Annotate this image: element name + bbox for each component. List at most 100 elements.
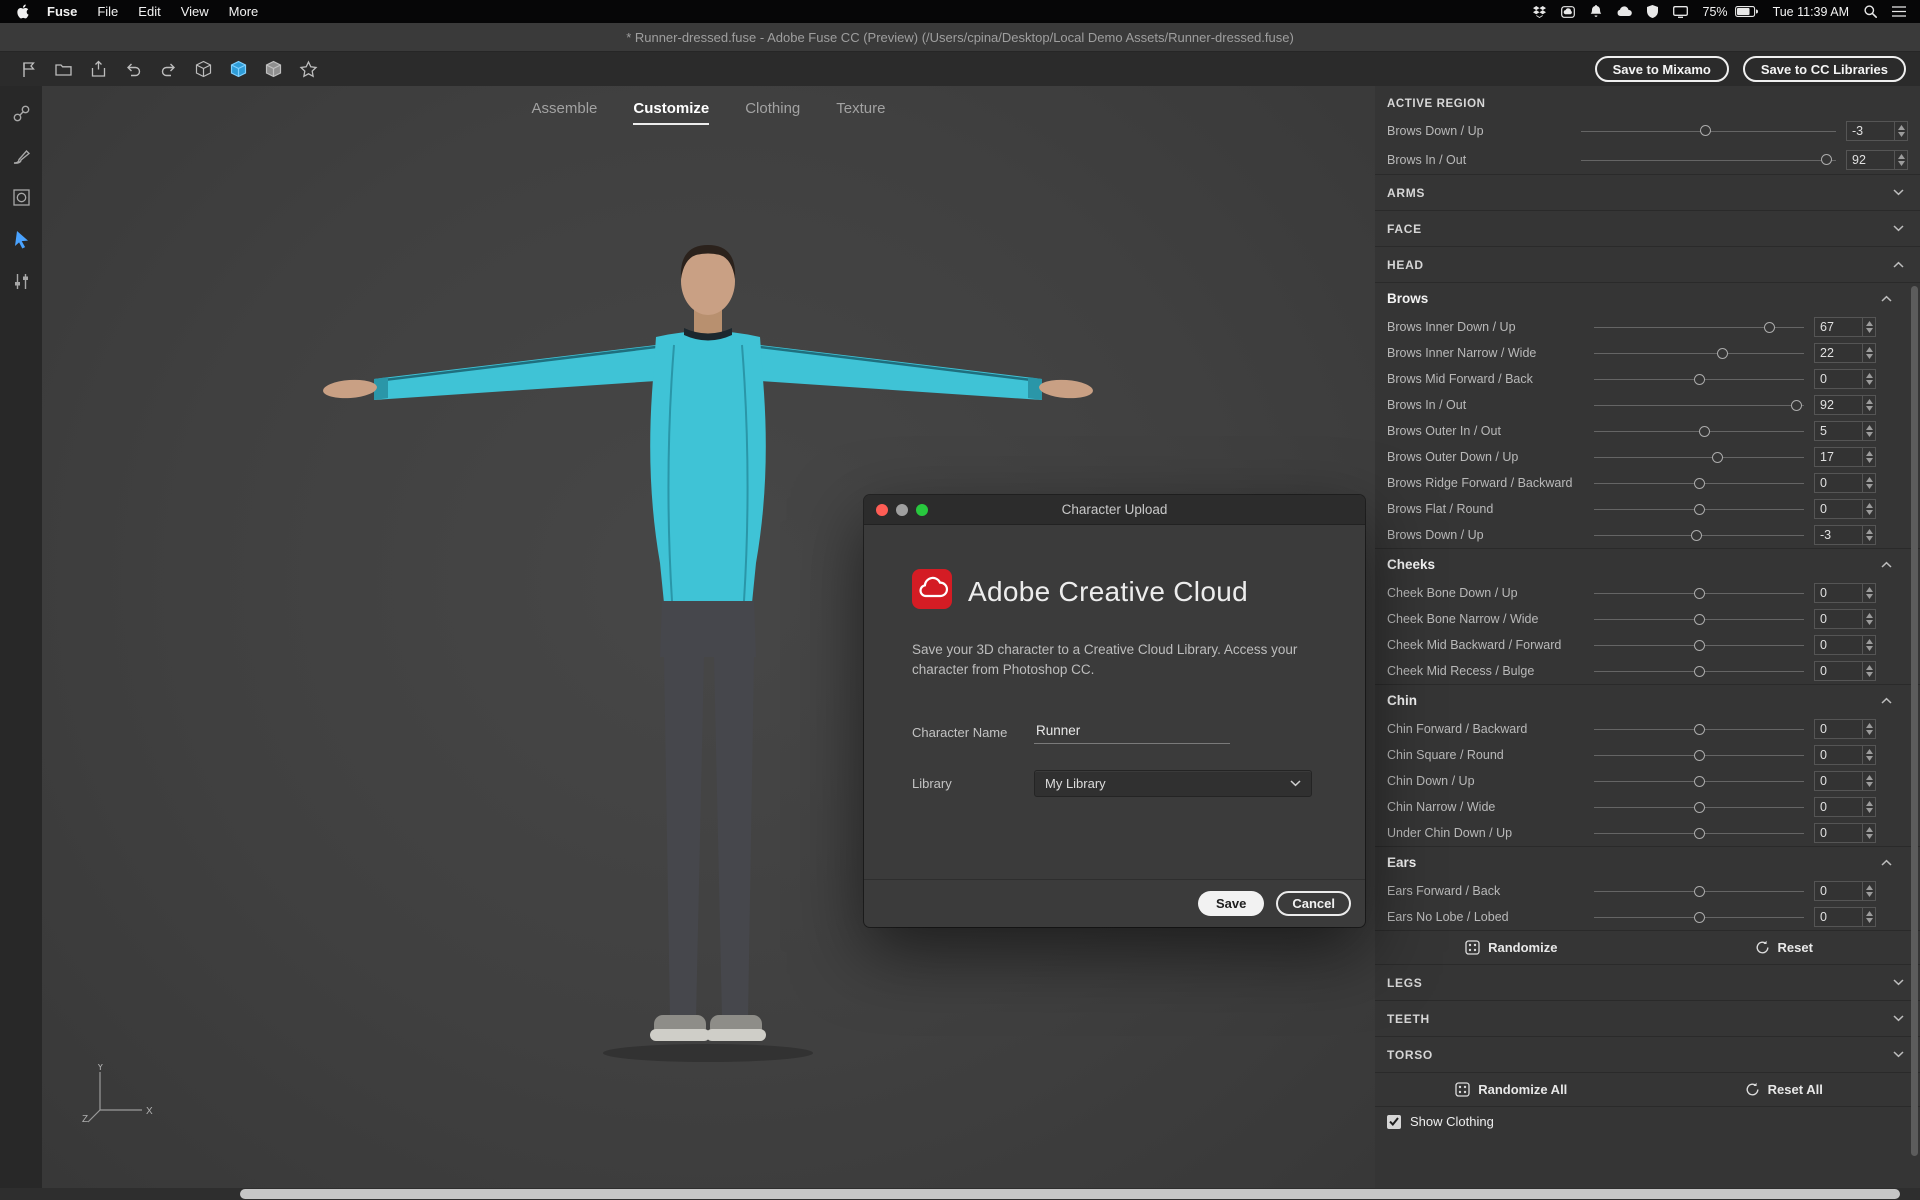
slider-track[interactable] <box>1594 775 1804 787</box>
chevron-down-icon[interactable] <box>1893 1015 1904 1022</box>
stepper-buttons[interactable] <box>1894 151 1907 169</box>
slider-value[interactable]: 0 <box>1815 610 1862 628</box>
slider-knob[interactable] <box>1694 828 1705 839</box>
slider-value[interactable]: 0 <box>1815 798 1862 816</box>
stepper-buttons[interactable] <box>1862 662 1875 680</box>
stepper-buttons[interactable] <box>1862 526 1875 544</box>
subsection-brows[interactable]: Brows <box>1375 282 1920 314</box>
pose-tool-icon[interactable] <box>6 266 36 296</box>
stepper-buttons[interactable] <box>1862 798 1875 816</box>
section-torso[interactable]: TORSO <box>1375 1036 1920 1072</box>
stepper-buttons[interactable] <box>1862 720 1875 738</box>
slider-knob[interactable] <box>1694 374 1705 385</box>
chevron-down-icon[interactable] <box>1893 979 1904 986</box>
slider-track[interactable] <box>1594 347 1804 359</box>
slider-knob[interactable] <box>1694 614 1705 625</box>
slider-value[interactable]: 5 <box>1815 422 1862 440</box>
stepper-buttons[interactable] <box>1862 746 1875 764</box>
slider-knob[interactable] <box>1700 125 1711 136</box>
chevron-down-icon[interactable] <box>1893 1051 1904 1058</box>
slider-knob[interactable] <box>1699 426 1710 437</box>
slider-value[interactable]: 0 <box>1815 500 1862 518</box>
stepper-buttons[interactable] <box>1894 122 1907 140</box>
slider-knob[interactable] <box>1694 588 1705 599</box>
slider-value[interactable]: 0 <box>1815 772 1862 790</box>
slider-track[interactable] <box>1594 827 1804 839</box>
stepper-buttons[interactable] <box>1862 882 1875 900</box>
slider-knob[interactable] <box>1694 724 1705 735</box>
slider-value[interactable]: 0 <box>1815 370 1862 388</box>
cancel-button[interactable]: Cancel <box>1276 891 1351 916</box>
section-head[interactable]: HEAD <box>1375 246 1920 282</box>
save-to-mixamo-button[interactable]: Save to Mixamo <box>1595 56 1729 82</box>
stepper-buttons[interactable] <box>1862 344 1875 362</box>
stepper-buttons[interactable] <box>1862 824 1875 842</box>
library-select[interactable]: My Library <box>1034 770 1312 797</box>
star-icon[interactable] <box>294 56 322 82</box>
chevron-up-icon[interactable] <box>1881 295 1892 302</box>
dialog-titlebar[interactable]: Character Upload <box>864 495 1365 525</box>
horizontal-scrollbar-thumb[interactable] <box>240 1189 1900 1199</box>
menubar-clock[interactable]: Tue 11:39 AM <box>1773 5 1849 19</box>
marker-icon[interactable] <box>14 56 42 82</box>
slider-track[interactable] <box>1594 613 1804 625</box>
stepper-buttons[interactable] <box>1862 610 1875 628</box>
slider-track[interactable] <box>1594 477 1804 489</box>
slider-knob[interactable] <box>1821 154 1832 165</box>
stepper-buttons[interactable] <box>1862 772 1875 790</box>
stepper-buttons[interactable] <box>1862 474 1875 492</box>
stepper-buttons[interactable] <box>1862 318 1875 336</box>
close-icon[interactable] <box>876 504 888 516</box>
stepper-buttons[interactable] <box>1862 584 1875 602</box>
slider-knob[interactable] <box>1694 776 1705 787</box>
slider-knob[interactable] <box>1694 802 1705 813</box>
subsection-cheeks[interactable]: Cheeks <box>1375 548 1920 580</box>
stepper-buttons[interactable] <box>1862 370 1875 388</box>
reset-all-button[interactable]: Reset All <box>1648 1082 1920 1097</box>
slider-knob[interactable] <box>1791 400 1802 411</box>
stepper-buttons[interactable] <box>1862 448 1875 466</box>
slider-track[interactable] <box>1594 373 1804 385</box>
slider-track[interactable] <box>1594 749 1804 761</box>
slider-track[interactable] <box>1594 665 1804 677</box>
spotlight-icon[interactable] <box>1864 5 1877 18</box>
slider-value[interactable]: 22 <box>1815 344 1862 362</box>
slider-knob[interactable] <box>1694 666 1705 677</box>
slider-track[interactable] <box>1594 587 1804 599</box>
slider-track[interactable] <box>1594 425 1804 437</box>
slider-knob[interactable] <box>1717 348 1728 359</box>
select-tool-icon[interactable] <box>6 224 36 254</box>
slider-knob[interactable] <box>1694 912 1705 923</box>
menu-file[interactable]: File <box>87 4 128 19</box>
paint-tool-icon[interactable] <box>6 140 36 170</box>
chevron-down-icon[interactable] <box>1893 225 1904 232</box>
menu-view[interactable]: View <box>171 4 219 19</box>
slider-knob[interactable] <box>1694 640 1705 651</box>
minimize-icon[interactable] <box>896 504 908 516</box>
slider-value[interactable]: 0 <box>1815 662 1862 680</box>
slider-track[interactable] <box>1594 723 1804 735</box>
tab-clothing[interactable]: Clothing <box>745 100 800 125</box>
apple-menu-icon[interactable] <box>8 4 37 19</box>
backup-cloud-icon[interactable] <box>1617 6 1632 17</box>
joint-tool-icon[interactable] <box>6 98 36 128</box>
slider-knob[interactable] <box>1694 478 1705 489</box>
slider-knob[interactable] <box>1764 322 1775 333</box>
stepper-buttons[interactable] <box>1862 396 1875 414</box>
stepper-buttons[interactable] <box>1862 500 1875 518</box>
notification-center-icon[interactable] <box>1892 6 1906 17</box>
slider-value[interactable]: -3 <box>1815 526 1862 544</box>
slider-track[interactable] <box>1594 801 1804 813</box>
slider-track[interactable] <box>1594 399 1804 411</box>
menu-more[interactable]: More <box>219 4 269 19</box>
slider-track[interactable] <box>1581 125 1836 137</box>
bell-icon[interactable] <box>1590 5 1602 18</box>
slider-track[interactable] <box>1581 154 1836 166</box>
slider-value[interactable]: 0 <box>1815 584 1862 602</box>
slider-value[interactable]: 92 <box>1847 151 1894 169</box>
section-teeth[interactable]: TEETH <box>1375 1000 1920 1036</box>
panel-scrollbar[interactable] <box>1911 286 1918 1156</box>
show-clothing-checkbox[interactable] <box>1387 1115 1401 1129</box>
subsection-chin[interactable]: Chin <box>1375 684 1920 716</box>
slider-value[interactable]: 0 <box>1815 720 1862 738</box>
